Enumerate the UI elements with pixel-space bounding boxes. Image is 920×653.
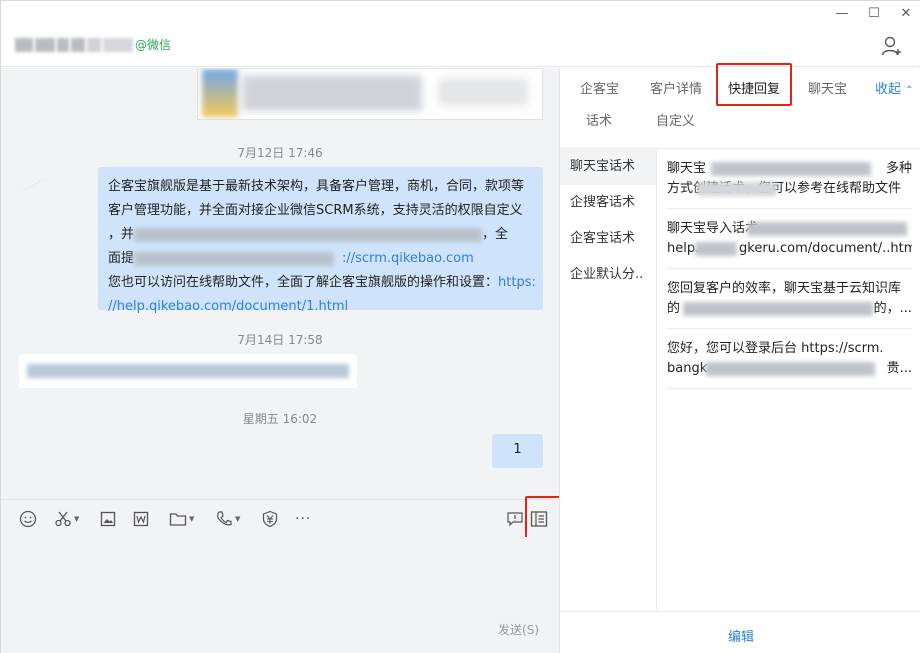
message-line: 企客宝旗舰版是基于最新技术架构，具备客户管理，商机，合同，款项等 [108,179,525,194]
word-doc-icon[interactable] [133,508,149,530]
emoji-icon[interactable] [19,508,37,530]
subtab-custom[interactable]: 自定义 [656,110,695,129]
reply-list: 聊天宝 多种 方式创建话术，您可以参考在线帮助文件 聊天宝导入话术 help. gk… [667,149,912,389]
tab-qikebao[interactable]: 企客宝 [580,78,619,97]
redacted-text [27,364,349,378]
highlight-box-quick-reply [716,63,792,106]
list-item[interactable]: 您回复客户的效率，聊天宝基于云知识库 的 的，... [667,269,912,329]
redacted-text [134,227,483,242]
phone-icon[interactable]: ▼ [215,508,240,530]
scissors-icon[interactable]: ▼ [54,508,79,530]
reply-text: 的 [667,301,681,316]
reply-text: 多种 [885,161,912,176]
payment-icon[interactable] [261,508,279,530]
message-text: 1 [513,442,522,457]
message-text: 面提 [108,251,135,266]
category-qikebao[interactable]: 企客宝话术 [560,221,656,257]
tab-liaotianbao[interactable]: 聊天宝 [808,78,847,97]
message-text: 您也可以访问在线帮助文件，全面了解企客宝旗舰版的操作和设置： [108,275,499,290]
chat-history[interactable]: 7月12日 17:46 企客宝旗舰版是基于最新技术架构，具备客户管理，商机，合同… [1,68,559,499]
image-message[interactable] [197,68,543,120]
add-contact-icon[interactable] [881,35,903,57]
minimize-button[interactable]: — [835,7,849,21]
chat-window: — ☐ ✕ @微信 7月12日 17:46 企客宝旗舰版是基于最新技术架构，具备… [0,0,920,653]
side-panel: 企客宝 客户详情 快捷回复 聊天宝 收起 ⌃ 话术 自定义 聊天宝话术 企搜客话… [559,63,920,653]
message-bubble-reply[interactable]: 1 [492,434,543,468]
timestamp: 7月12日 17:46 [237,146,323,160]
chevron-down-icon[interactable]: ▼ [189,515,194,523]
side-footer: 编辑 [560,611,920,653]
edit-button[interactable]: 编辑 [728,626,754,645]
message-toolbar: ▼ ▼ ▼ ··· [1,496,561,543]
message-bubble-product-intro[interactable]: 企客宝旗舰版是基于最新技术架构，具备客户管理，商机，合同，款项等 客户管理功能，… [98,167,543,314]
collapse-label: 收起 [875,82,902,97]
chevron-down-icon[interactable]: ▼ [74,515,79,523]
timestamp: 7月14日 17:58 [237,333,323,347]
message-bubble-redacted[interactable] [19,354,357,388]
message-link[interactable]: https: [498,275,536,290]
tab-customer-details[interactable]: 客户详情 [650,78,702,97]
highlight-box-panel-toggle [525,496,561,543]
send-button[interactable]: 发送(S) [498,621,539,638]
category-qisouke[interactable]: 企搜客话术 [560,185,656,221]
reply-categories: 聊天宝话术 企搜客话术 企客宝话术 企业默认分.. [560,149,657,611]
folder-icon[interactable]: ▼ [169,508,194,530]
message-text: ，全 [482,227,509,242]
chat-header: — ☐ ✕ @微信 [1,1,920,67]
chat-bubble-icon[interactable] [506,508,524,530]
reply-text: bangk [667,361,708,376]
message-line: 您也可以访问在线帮助文件，全面了解企客宝旗舰版的操作和设置：https: [108,271,536,295]
redacted-text [747,222,907,236]
window-controls: — ☐ ✕ [835,7,913,21]
message-line: 面提 ://scrm.qikebao.com [108,247,533,271]
subtab-scripts[interactable]: 话术 [586,110,612,129]
side-tabs: 企客宝 客户详情 快捷回复 聊天宝 收起 ⌃ 话术 自定义 [560,63,920,146]
collapse-button[interactable]: 收起 ⌃ [875,78,914,97]
message-line: 客户管理功能，并全面对接企业微信SCRM系统，支持灵活的权限自定义 [108,203,523,218]
reply-text: gkeru.com/document/..html [739,241,912,256]
wechat-tag: @微信 [135,38,172,52]
list-item[interactable]: 您好，您可以登录后台 https://scrm. bangk 贵... [667,329,912,389]
image-icon[interactable] [100,508,116,530]
list-item[interactable]: 聊天宝导入话术 help. gkeru.com/document/..html [667,209,912,269]
reply-text: 的，... [873,301,912,316]
timestamp: 星期五 16:02 [242,412,318,426]
redacted-text [705,362,875,376]
reply-text: 聊天宝导入话术 [667,221,759,236]
reply-text: 贵... [886,361,912,376]
message-input[interactable]: 发送(S) [1,537,559,653]
redacted-text [134,251,335,266]
category-default[interactable]: 企业默认分.. [560,257,656,293]
message-link[interactable]: ://scrm.qikebao.com [342,251,474,266]
reply-text: 聊天宝 [667,161,707,176]
chevron-up-icon: ⌃ [905,85,914,96]
message-link[interactable]: //help.qikebao.com/document/1.html [108,295,533,319]
redacted-text [697,182,777,196]
category-liaotianbao[interactable]: 聊天宝话术 [560,149,656,185]
reply-text: 您好，您可以登录后台 https://scrm. [667,341,884,356]
close-button[interactable]: ✕ [899,7,913,21]
maximize-button[interactable]: ☐ [867,7,881,21]
redacted-text [711,162,871,176]
message-text: ，并 [108,227,135,242]
list-item[interactable]: 聊天宝 多种 方式创建话术，您可以参考在线帮助文件 [667,149,912,209]
redacted-text [683,302,873,316]
chevron-down-icon[interactable]: ▼ [235,515,240,523]
redacted-text [695,242,737,256]
more-icon[interactable]: ··· [295,508,311,530]
blurred-name [15,37,133,52]
message-line: ，并 ，全 [108,223,533,247]
contact-name: @微信 [15,36,171,53]
watermark: ········ [19,171,51,198]
reply-text: 您回复客户的效率，聊天宝基于云知识库 [667,281,902,296]
